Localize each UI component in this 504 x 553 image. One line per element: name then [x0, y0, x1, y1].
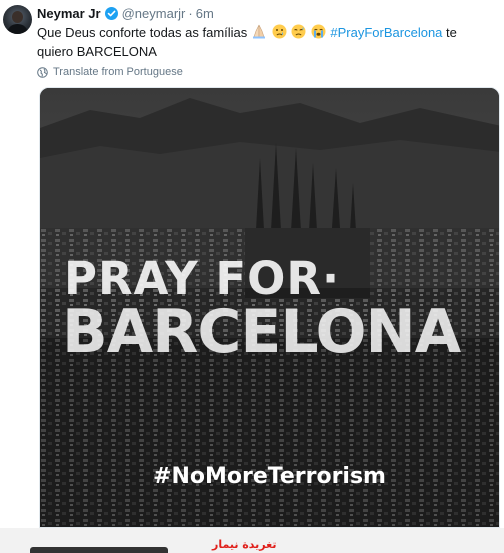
hashtag-link[interactable]: #PrayForBarcelona: [330, 25, 442, 40]
avatar[interactable]: [3, 5, 32, 34]
tweet-text-end: te: [446, 25, 457, 40]
tweet-header: Neymar Jr @neymarjr · 6m: [37, 4, 214, 22]
tweet-media-image[interactable]: PRAY FOR· BARCELONA #NoMoreTerrorism: [39, 87, 500, 528]
tweet-text-start: Que Deus conforte todas as famílias: [37, 25, 248, 40]
dark-bar: [30, 547, 168, 553]
author-name[interactable]: Neymar Jr: [37, 6, 101, 21]
separator-dot: ·: [188, 5, 193, 21]
tweet-text: Que Deus conforte todas as famílias #Pra…: [37, 23, 457, 61]
folded-hands-emoji: [252, 24, 265, 39]
translate-button[interactable]: Translate from Portuguese: [37, 66, 183, 78]
loudly-crying-face-emoji: [311, 24, 326, 39]
crying-face-emoji: [272, 24, 287, 39]
disappointed-relieved-emoji: [291, 24, 306, 39]
timestamp[interactable]: 6m: [196, 6, 214, 21]
barcelona-heading: BARCELONA: [62, 297, 461, 367]
avatar-body: [7, 24, 28, 34]
author-handle[interactable]: @neymarjr: [122, 6, 186, 21]
globe-icon: [37, 66, 48, 78]
tweet: Neymar Jr @neymarjr · 6m Que Deus confor…: [0, 0, 504, 528]
footer-caption: تغريدة نيمار: [212, 538, 277, 551]
tweet-text-line-2: quiero BARCELONA: [37, 44, 157, 59]
footer-strip: تغريدة نيمار: [0, 528, 504, 553]
tweet-text-line-1: Que Deus conforte todas as famílias #Pra…: [37, 23, 457, 42]
pray-for-heading: PRAY FOR·: [64, 252, 341, 305]
no-more-terrorism-hashtag: #NoMoreTerrorism: [153, 464, 386, 489]
translate-label: Translate from Portuguese: [53, 66, 183, 78]
verified-badge-icon: [104, 6, 118, 20]
avatar-head: [12, 11, 23, 23]
